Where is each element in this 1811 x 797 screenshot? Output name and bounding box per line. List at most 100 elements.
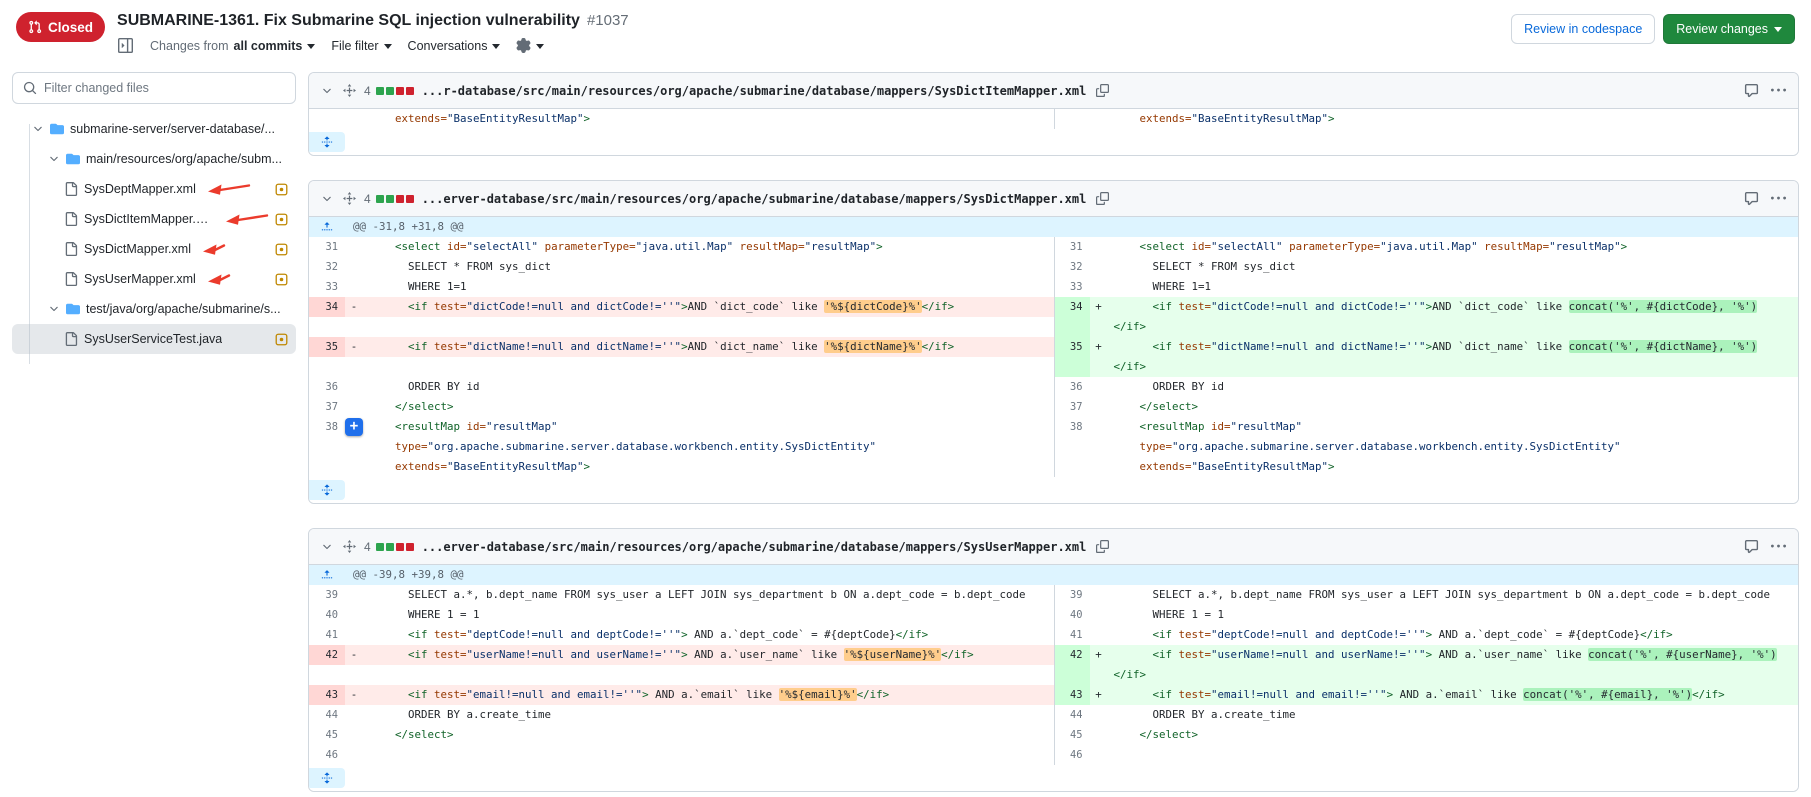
- line-number[interactable]: [309, 457, 345, 477]
- line-number[interactable]: 31: [309, 237, 345, 257]
- line-number[interactable]: 44: [309, 705, 345, 725]
- expand-diff-button[interactable]: [309, 768, 345, 788]
- tree-file-item[interactable]: SysDeptMapper.xml: [12, 174, 296, 204]
- filter-files-input[interactable]: [44, 81, 285, 95]
- comment-button[interactable]: [1742, 189, 1761, 208]
- expand-diff-button[interactable]: [309, 480, 345, 500]
- review-changes-button[interactable]: Review changes: [1663, 14, 1795, 44]
- line-number[interactable]: 43: [1054, 685, 1090, 705]
- collapse-file-button[interactable]: [319, 191, 335, 207]
- code-line: SELECT a.*, b.dept_name FROM sys_user a …: [363, 585, 1054, 605]
- line-number[interactable]: [309, 665, 345, 685]
- file-path[interactable]: ...erver-database/src/main/resources/org…: [422, 192, 1087, 206]
- line-number[interactable]: [1054, 317, 1090, 337]
- diff-sign: [345, 277, 363, 297]
- file-menu-button[interactable]: [1769, 81, 1788, 100]
- line-number[interactable]: 46: [1054, 745, 1090, 765]
- chevron-down-icon: [536, 44, 544, 53]
- code-line: [363, 745, 1054, 765]
- file-menu-button[interactable]: [1769, 537, 1788, 556]
- copy-path-button[interactable]: [1094, 538, 1111, 555]
- line-number[interactable]: [309, 109, 345, 129]
- copy-path-button[interactable]: [1094, 82, 1111, 99]
- line-number[interactable]: [309, 357, 345, 377]
- line-number[interactable]: [309, 317, 345, 337]
- line-number[interactable]: 40: [309, 605, 345, 625]
- tree-item-label: SysUserMapper.xml: [84, 272, 196, 286]
- line-number[interactable]: 39: [309, 585, 345, 605]
- file-path[interactable]: ...erver-database/src/main/resources/org…: [422, 540, 1087, 554]
- file-menu-button[interactable]: [1769, 189, 1788, 208]
- line-number[interactable]: [1054, 357, 1090, 377]
- line-number[interactable]: 33: [309, 277, 345, 297]
- code-line: <if test="dictCode!=null and dictCode!='…: [1108, 297, 1799, 317]
- line-number[interactable]: 34: [1054, 297, 1090, 317]
- line-number[interactable]: 36: [1054, 377, 1090, 397]
- line-number[interactable]: 40: [1054, 605, 1090, 625]
- line-number[interactable]: 41: [309, 625, 345, 645]
- modified-file-icon: [275, 243, 288, 256]
- line-number[interactable]: 34: [309, 297, 345, 317]
- file-path[interactable]: ...r-database/src/main/resources/org/apa…: [422, 84, 1087, 98]
- tree-file-item[interactable]: SysUserMapper.xml: [12, 264, 296, 294]
- tree-file-item[interactable]: SysDictMapper.xml: [12, 234, 296, 264]
- comment-button[interactable]: [1742, 81, 1761, 100]
- line-number[interactable]: 36: [309, 377, 345, 397]
- file-filter-dropdown[interactable]: File filter: [331, 39, 391, 53]
- line-number[interactable]: 41: [1054, 625, 1090, 645]
- tree-file-item[interactable]: SysUserServiceTest.java: [12, 324, 296, 354]
- line-number[interactable]: 38: [1054, 417, 1090, 437]
- sidebar-toggle-button[interactable]: [117, 37, 134, 54]
- tree-item-label: SysDictItemMapper.xml: [84, 212, 214, 226]
- changes-from-dropdown[interactable]: Changes fromall commits: [150, 39, 315, 53]
- expand-diff-button[interactable]: [309, 132, 345, 152]
- code-line: <if test="deptCode!=null and deptCode!='…: [1108, 625, 1799, 645]
- collapse-file-button[interactable]: [319, 83, 335, 99]
- line-number[interactable]: 45: [1054, 725, 1090, 745]
- code-line: <if test="dictCode!=null and dictCode!='…: [363, 297, 1054, 317]
- line-number[interactable]: [309, 437, 345, 457]
- expand-hunk-button[interactable]: [309, 217, 345, 237]
- line-number[interactable]: 43: [309, 685, 345, 705]
- line-number[interactable]: 33: [1054, 277, 1090, 297]
- line-number[interactable]: 35: [1054, 337, 1090, 357]
- diff-sign: [345, 317, 363, 337]
- add-comment-button[interactable]: +: [345, 418, 363, 436]
- line-number[interactable]: 32: [309, 257, 345, 277]
- line-number[interactable]: [1054, 437, 1090, 457]
- diffstat-square: [386, 543, 394, 551]
- tree-folder-item[interactable]: submarine-server/server-database/...: [12, 114, 296, 144]
- comment-button[interactable]: [1742, 537, 1761, 556]
- code-line: ORDER BY id: [1108, 377, 1799, 397]
- diff-sign: [1090, 417, 1108, 437]
- line-number[interactable]: 37: [309, 397, 345, 417]
- line-number[interactable]: 44: [1054, 705, 1090, 725]
- expand-row: [309, 129, 1798, 155]
- line-number[interactable]: 37: [1054, 397, 1090, 417]
- code-line: </select>: [1108, 725, 1799, 745]
- line-number[interactable]: 32: [1054, 257, 1090, 277]
- expand-hunk-button[interactable]: [309, 565, 345, 585]
- line-number[interactable]: 46: [309, 745, 345, 765]
- tree-folder-item[interactable]: main/resources/org/apache/subm...: [12, 144, 296, 174]
- line-number[interactable]: [1054, 665, 1090, 685]
- review-in-codespace-button[interactable]: Review in codespace: [1511, 14, 1655, 44]
- line-number[interactable]: 35: [309, 337, 345, 357]
- code-line: <select id="selectAll" parameterType="ja…: [363, 237, 1054, 257]
- conversations-dropdown[interactable]: Conversations: [408, 39, 501, 53]
- line-number[interactable]: [1054, 457, 1090, 477]
- line-number[interactable]: 31: [1054, 237, 1090, 257]
- line-number[interactable]: 38: [309, 417, 345, 437]
- line-number[interactable]: 42: [309, 645, 345, 665]
- collapse-file-button[interactable]: [319, 539, 335, 555]
- tree-file-item[interactable]: SysDictItemMapper.xml: [12, 204, 296, 234]
- copy-path-button[interactable]: [1094, 190, 1111, 207]
- diff-settings-dropdown[interactable]: [516, 38, 544, 53]
- tree-folder-item[interactable]: test/java/org/apache/submarine/s...: [12, 294, 296, 324]
- line-number[interactable]: 45: [309, 725, 345, 745]
- line-number[interactable]: [1054, 109, 1090, 129]
- line-number[interactable]: 42: [1054, 645, 1090, 665]
- code-line: <if test="dictName!=null and dictName!='…: [363, 337, 1054, 357]
- diff-sign: [1090, 625, 1108, 645]
- line-number[interactable]: 39: [1054, 585, 1090, 605]
